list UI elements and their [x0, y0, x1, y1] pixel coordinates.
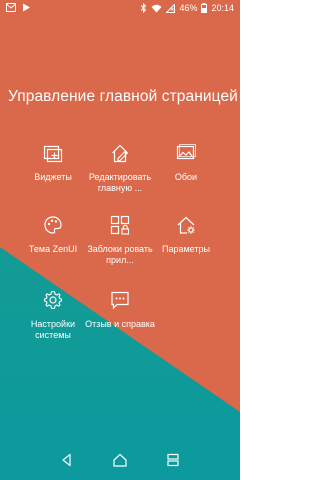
back-icon[interactable]: [58, 451, 76, 469]
edit-home-icon: [112, 144, 128, 163]
tile-edit-home-label: Редактировать главную ...: [88, 172, 152, 193]
mail-icon: [6, 3, 16, 12]
bluetooth-icon: [140, 3, 147, 13]
tile-widgets-label: Виджеты: [34, 172, 72, 182]
home-settings-icon: [177, 216, 195, 234]
tile-wallpaper-label: Обои: [174, 172, 198, 182]
status-bar: 46% 20:14: [0, 0, 240, 18]
battery-icon: [201, 3, 208, 13]
navigation-bar: [0, 440, 240, 480]
widgets-icon: [43, 145, 63, 163]
home-icon[interactable]: [111, 451, 129, 469]
battery-percent: 46%: [179, 3, 198, 13]
no-sim-icon: [166, 3, 176, 13]
tile-zenui-theme-label: Тема ZenUI: [28, 244, 78, 254]
app-lock-icon: [110, 215, 130, 235]
tile-system-settings[interactable]: Настройки системы: [18, 289, 88, 341]
palette-icon: [44, 216, 62, 234]
tile-app-lock-label: Заблоки ровать прил...: [87, 244, 153, 265]
wifi-icon: [151, 4, 162, 13]
tile-zenui-theme[interactable]: Тема ZenUI: [18, 214, 88, 255]
tile-widgets[interactable]: Виджеты: [18, 142, 88, 183]
gear-icon: [43, 290, 63, 310]
tile-app-lock[interactable]: Заблоки ровать прил...: [85, 214, 155, 266]
wallpaper-icon: [176, 144, 196, 160]
tile-feedback-help[interactable]: Отзыв и справка: [85, 289, 155, 330]
recents-icon[interactable]: [164, 451, 182, 469]
tile-home-settings-label: Параметры: [162, 244, 210, 254]
page-title: Управление главной страницей: [8, 88, 238, 105]
tile-wallpaper[interactable]: Обои: [151, 142, 221, 183]
clock: 20:14: [211, 3, 234, 13]
tile-system-settings-label: Настройки системы: [30, 319, 76, 340]
tile-home-settings[interactable]: Параметры: [151, 214, 221, 255]
tile-feedback-help-label: Отзыв и справка: [85, 319, 155, 329]
tile-edit-home[interactable]: Редактировать главную ...: [85, 142, 155, 194]
play-icon: [22, 3, 31, 12]
feedback-icon: [111, 291, 129, 310]
